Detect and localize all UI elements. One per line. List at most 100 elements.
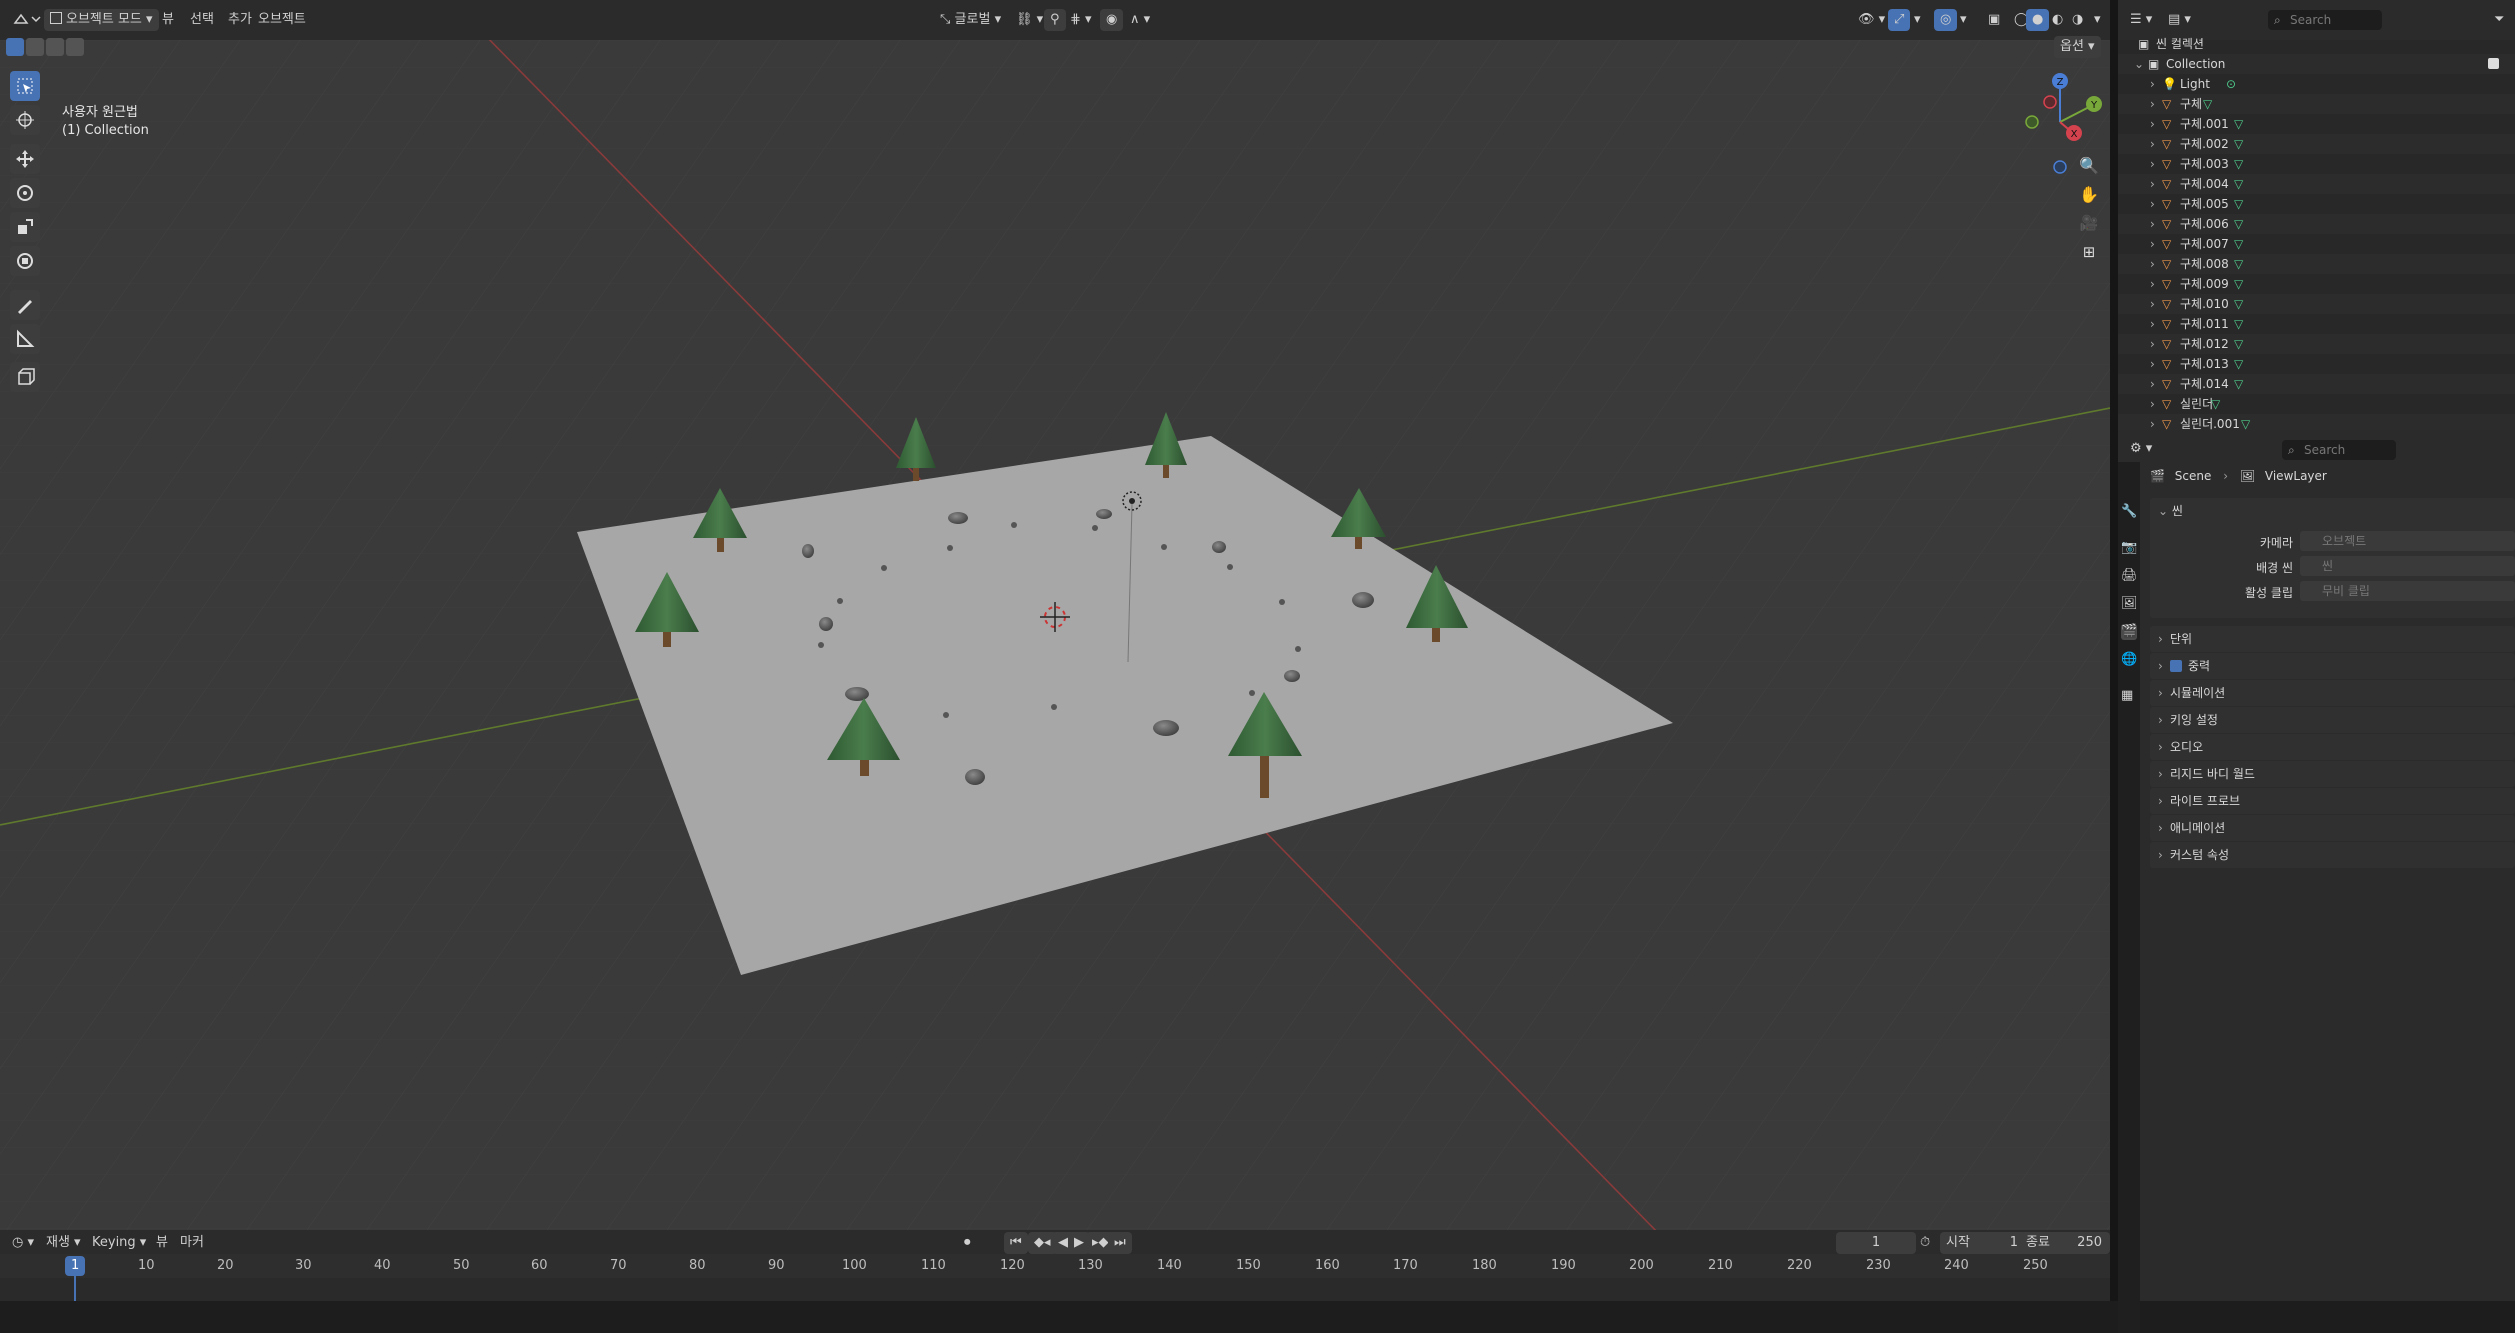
falloff-dropdown[interactable]: ∧ ▾ xyxy=(1124,9,1156,31)
gizmo-neg-x[interactable] xyxy=(2043,95,2057,109)
select-intersect-icon[interactable] xyxy=(66,38,84,56)
tool-cursor[interactable] xyxy=(10,105,40,135)
view-layer-tab-icon[interactable]: 🖼 xyxy=(2121,596,2138,612)
outliner-editor-type[interactable]: ☰ ▾ xyxy=(2124,9,2158,31)
chevron-right-icon[interactable]: › xyxy=(2150,94,2155,114)
chevron-right-icon[interactable]: › xyxy=(2150,274,2155,294)
property-panel[interactable]: › 애니메이션 xyxy=(2150,815,2515,841)
chevron-right-icon[interactable]: › xyxy=(2150,114,2155,134)
outliner-item[interactable]: › ▽ 구체.012 ▽ xyxy=(2118,334,2515,354)
outliner-item[interactable]: › ▽ 구체 ▽ xyxy=(2118,94,2515,114)
tool-tab-icon[interactable]: 🔧 xyxy=(2121,504,2137,520)
pan-button[interactable]: ✋ xyxy=(2076,181,2102,207)
outliner-item[interactable]: › ▽ 구체.011 ▽ xyxy=(2118,314,2515,334)
perspective-toggle-button[interactable]: ⊞ xyxy=(2076,239,2102,265)
tool-select-box[interactable] xyxy=(10,71,40,101)
select-extend-icon[interactable] xyxy=(26,38,44,56)
property-panel[interactable]: › 커스텀 속성 xyxy=(2150,842,2515,868)
snap-toggle[interactable]: ⚲ xyxy=(1044,9,1066,31)
mesh-data-icon[interactable]: ▽ xyxy=(2234,294,2243,314)
render-tab-icon[interactable]: 📷 xyxy=(2121,540,2137,556)
outliner-item[interactable]: › ▽ 구체.008 ▽ xyxy=(2118,254,2515,274)
outliner-item[interactable]: › ▽ 구체.009 ▽ xyxy=(2118,274,2515,294)
timeline-body[interactable]: 1 10 20 30 40 50 60 70 80 90 100 110 120 130 140 150 160… xyxy=(0,1254,2110,1301)
mesh-data-icon[interactable]: ▽ xyxy=(2234,114,2243,134)
outliner-item[interactable]: › ▽ 구체.005 ▽ xyxy=(2118,194,2515,214)
gizmo-neg-y[interactable] xyxy=(2025,115,2039,129)
outliner-item[interactable]: › ▽ 구체.006 ▽ xyxy=(2118,214,2515,234)
mesh-data-icon[interactable]: ▽ xyxy=(2211,394,2220,414)
outliner-item[interactable]: › ▽ 구체.003 ▽ xyxy=(2118,154,2515,174)
mesh-data-icon[interactable]: ▽ xyxy=(2241,414,2250,430)
editor-type-button[interactable] xyxy=(6,9,48,31)
shading-rendered[interactable]: ◑ xyxy=(2066,9,2089,31)
options-dropdown[interactable]: 옵션 ▾ xyxy=(2054,36,2101,58)
filter-button[interactable]: ⏷ xyxy=(2488,9,2510,31)
frame-ruler[interactable]: 1 10 20 30 40 50 60 70 80 90 100 110 120 130 140 150 160… xyxy=(0,1254,2110,1278)
xray-toggle[interactable]: ▣ xyxy=(1982,9,2006,31)
tool-rotate[interactable] xyxy=(10,178,40,208)
select-subtract-icon[interactable] xyxy=(46,38,64,56)
mesh-data-icon[interactable]: ▽ xyxy=(2234,254,2243,274)
timeline-view-menu[interactable]: 뷰 xyxy=(150,1232,174,1254)
mesh-data-icon[interactable]: ▽ xyxy=(2203,94,2212,114)
outliner-item[interactable]: › ▽ 구체.013 ▽ xyxy=(2118,354,2515,374)
marker-menu[interactable]: 마커 xyxy=(174,1232,210,1254)
3d-viewport[interactable]: 사용자 원근법 (1) Collection Z Y X 🔍 ✋ 🎥 ⊞ xyxy=(0,40,2110,1230)
chevron-right-icon[interactable]: › xyxy=(2150,374,2155,394)
scene-panel-header[interactable]: ⌄ 씬 xyxy=(2158,498,2183,524)
mesh-data-icon[interactable]: ▽ xyxy=(2234,134,2243,154)
tool-measure[interactable] xyxy=(10,324,40,354)
mesh-data-icon[interactable]: ▽ xyxy=(2234,274,2243,294)
scene-tab-icon[interactable]: 🎬 xyxy=(2121,624,2137,640)
mode-dropdown[interactable]: 오브젝트 모드 ▾ xyxy=(44,9,159,31)
tool-transform[interactable] xyxy=(10,246,40,276)
menu-view[interactable]: 뷰 xyxy=(156,9,180,31)
snap-target-dropdown[interactable]: ⋕ ▾ xyxy=(1064,9,1098,31)
gizmo-neg-z[interactable] xyxy=(2053,160,2067,174)
menu-select[interactable]: 선택 xyxy=(184,9,220,31)
display-mode-dropdown[interactable]: ▤ ▾ xyxy=(2162,9,2197,31)
outliner-item[interactable]: › ▽ 실린더 ▽ xyxy=(2118,394,2515,414)
property-panel[interactable]: › 오디오 xyxy=(2150,734,2515,760)
mesh-data-icon[interactable]: ▽ xyxy=(2234,314,2243,334)
mesh-data-icon[interactable]: ▽ xyxy=(2234,334,2243,354)
properties-search-input[interactable]: ⌕ Search xyxy=(2282,440,2396,460)
chevron-right-icon[interactable]: › xyxy=(2150,334,2155,354)
end-frame-field[interactable]: 종료 250 xyxy=(2020,1232,2110,1254)
chevron-right-icon[interactable]: › xyxy=(2150,234,2155,254)
shading-dropdown[interactable]: ▾ xyxy=(2088,9,2107,31)
camera-field[interactable]: 오브젝트 xyxy=(2300,531,2515,551)
scene-collection-row[interactable]: ▣ 씬 컬렉션 xyxy=(2118,34,2515,54)
outliner-item[interactable]: › ▽ 구체.002 ▽ xyxy=(2118,134,2515,154)
transform-orientation-dropdown[interactable]: ⤡ 글로벌 ▾ xyxy=(934,9,1007,31)
select-new-icon[interactable] xyxy=(6,38,24,56)
collection-checkbox[interactable] xyxy=(2488,58,2499,69)
gravity-checkbox[interactable] xyxy=(2170,660,2182,672)
outliner-item[interactable]: › ▽ 구체.001 ▽ xyxy=(2118,114,2515,134)
property-panel[interactable]: › 중력 xyxy=(2150,653,2515,679)
mesh-data-icon[interactable]: ▽ xyxy=(2234,194,2243,214)
playback-menu[interactable]: 재생 ▾ xyxy=(40,1232,87,1254)
mesh-data-icon[interactable]: ▽ xyxy=(2234,174,2243,194)
jump-start-button[interactable]: ⏮ xyxy=(1004,1232,1028,1254)
keying-menu[interactable]: Keying ▾ xyxy=(86,1232,152,1254)
collection-row[interactable]: ⌄ ▣ Collection xyxy=(2118,54,2515,74)
jump-end-button[interactable]: ⏭ xyxy=(1108,1232,1132,1254)
chevron-right-icon[interactable]: › xyxy=(2150,74,2155,94)
collection-tab-icon[interactable]: ▦ xyxy=(2121,688,2137,704)
property-panel[interactable]: › 단위 xyxy=(2150,626,2515,652)
mesh-data-icon[interactable]: ▽ xyxy=(2234,214,2243,234)
tool-add-cube[interactable] xyxy=(10,362,40,392)
chevron-right-icon[interactable]: › xyxy=(2150,134,2155,154)
timeline-editor-type[interactable]: ◷ ▾ xyxy=(6,1232,40,1254)
chevron-right-icon[interactable]: › xyxy=(2150,414,2155,430)
property-panel[interactable]: › 키잉 설정 xyxy=(2150,707,2515,733)
background-scene-field[interactable]: 씬 xyxy=(2300,556,2515,576)
current-frame-field[interactable]: 1 xyxy=(1836,1232,1916,1254)
chevron-right-icon[interactable]: › xyxy=(2150,214,2155,234)
tool-scale[interactable] xyxy=(10,212,40,242)
chevron-right-icon[interactable]: › xyxy=(2150,314,2155,334)
chevron-right-icon[interactable]: › xyxy=(2150,154,2155,174)
light-data-icon[interactable]: ⊙ xyxy=(2226,74,2236,94)
